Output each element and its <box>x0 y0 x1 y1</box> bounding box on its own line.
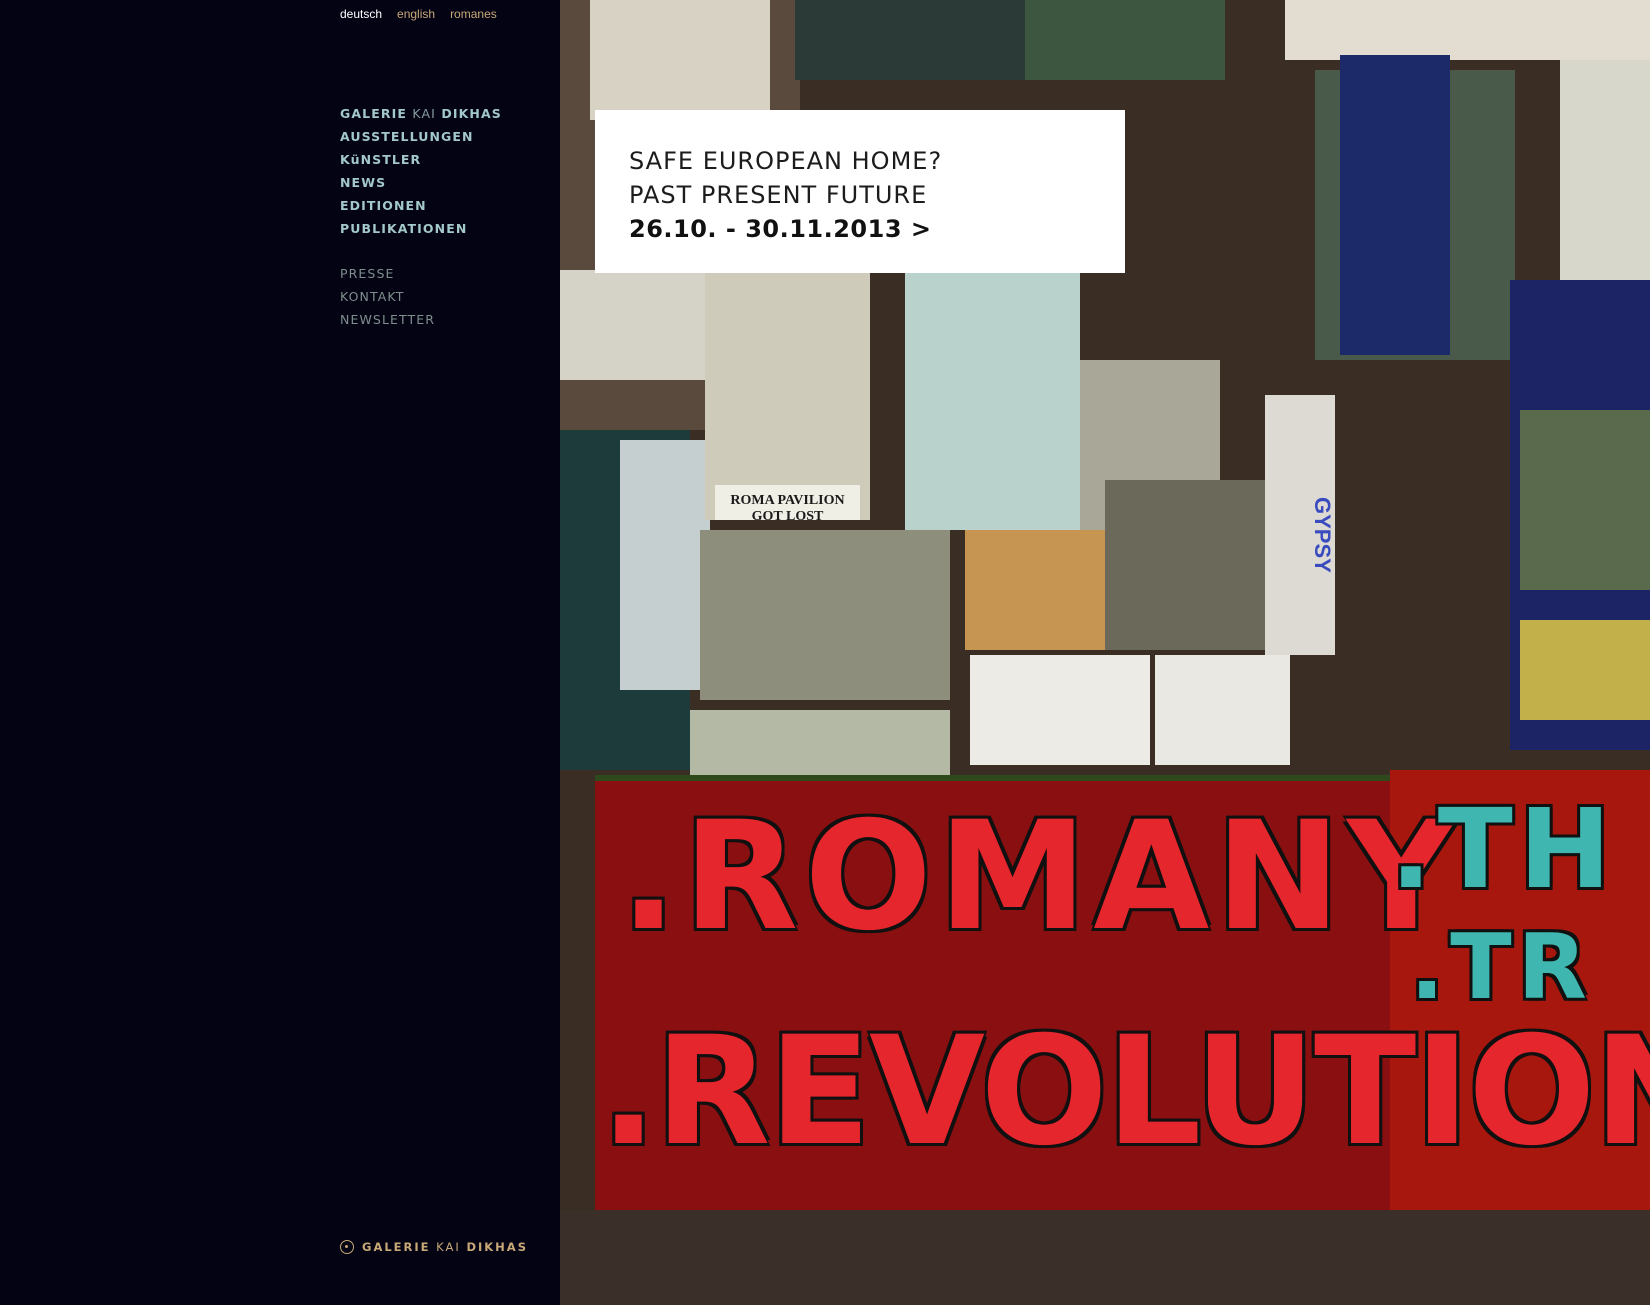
nav-item-ausstellungen[interactable]: AUSSTELLUNGEN <box>340 129 502 152</box>
exhibition-card[interactable]: SAFE EUROPEAN HOME? PAST PRESENT FUTURE … <box>595 110 1125 273</box>
secondary-nav: PRESSE KONTAKT NEWSLETTER <box>340 266 435 335</box>
nav-item-news[interactable]: NEWS <box>340 175 502 198</box>
footer-logo-dikhas: DIKHAS <box>466 1240 528 1254</box>
collage-tile <box>560 270 705 380</box>
sign-text-th: .TH <box>1390 785 1617 913</box>
collage-label: ROMA PAVILION GOT LOST <box>715 485 860 524</box>
lang-english[interactable]: english <box>397 7 435 21</box>
nav-item-publikationen[interactable]: PUBLIKATIONEN <box>340 221 502 244</box>
nav-label-kai: KAI <box>412 106 436 121</box>
collage-tile <box>1340 55 1450 355</box>
collage-tile <box>970 655 1150 765</box>
sidebar: deutsch english romanes GALERIE KAI DIKH… <box>0 0 560 1305</box>
exhibition-title-line2: PAST PRESENT FUTURE <box>629 181 928 209</box>
collage-tile <box>620 440 710 690</box>
nav-label-dikhas: DIKHAS <box>441 106 502 121</box>
collage-tile <box>690 710 950 780</box>
circle-dot-icon <box>340 1240 354 1254</box>
collage-tile <box>1025 0 1225 80</box>
eye-painting <box>1520 620 1650 720</box>
exhibition-title-line1: SAFE EUROPEAN HOME? <box>629 147 943 175</box>
nav-item-editionen[interactable]: EDITIONEN <box>340 198 502 221</box>
collage-label: GYPSY <box>1265 395 1335 655</box>
exhibition-dates-link[interactable]: 26.10. - 30.11.2013 > <box>629 212 1091 246</box>
nav-item-kontakt[interactable]: KONTAKT <box>340 289 435 312</box>
collage-tile <box>700 530 950 700</box>
collage-tile <box>590 0 770 120</box>
footer-logo-galerie: GALERIE <box>362 1240 431 1254</box>
sign-text-revolution: .REVOLUTION <box>600 1005 1650 1179</box>
nav-item-presse[interactable]: PRESSE <box>340 266 435 289</box>
lang-deutsch[interactable]: deutsch <box>340 7 382 21</box>
collage-tile <box>1520 410 1650 590</box>
footer-logo[interactable]: GALERIE KAI DIKHAS <box>340 1240 528 1254</box>
sign-text-romany: .ROMANY <box>620 790 1462 964</box>
main-nav: GALERIE KAI DIKHAS AUSSTELLUNGEN KüNSTLE… <box>340 106 502 244</box>
collage-tile <box>1105 480 1275 650</box>
nav-item-galerie[interactable]: GALERIE KAI DIKHAS <box>340 106 502 129</box>
language-switcher: deutsch english romanes <box>340 7 497 21</box>
collage-tile <box>795 0 1025 80</box>
lang-romanes[interactable]: romanes <box>450 7 497 21</box>
collage-tile <box>1285 0 1650 60</box>
page: deutsch english romanes GALERIE KAI DIKH… <box>0 0 1650 1305</box>
collage-tile <box>705 270 870 520</box>
collage-tile <box>905 270 1080 530</box>
sign-text-tr: .TR <box>1410 915 1593 1020</box>
nav-item-newsletter[interactable]: NEWSLETTER <box>340 312 435 335</box>
footer-logo-kai: KAI <box>436 1240 461 1254</box>
collage-tile <box>1155 655 1290 765</box>
nav-item-kuenstler[interactable]: KüNSTLER <box>340 152 502 175</box>
nav-label-galerie: GALERIE <box>340 106 407 121</box>
floor <box>560 1210 1650 1305</box>
